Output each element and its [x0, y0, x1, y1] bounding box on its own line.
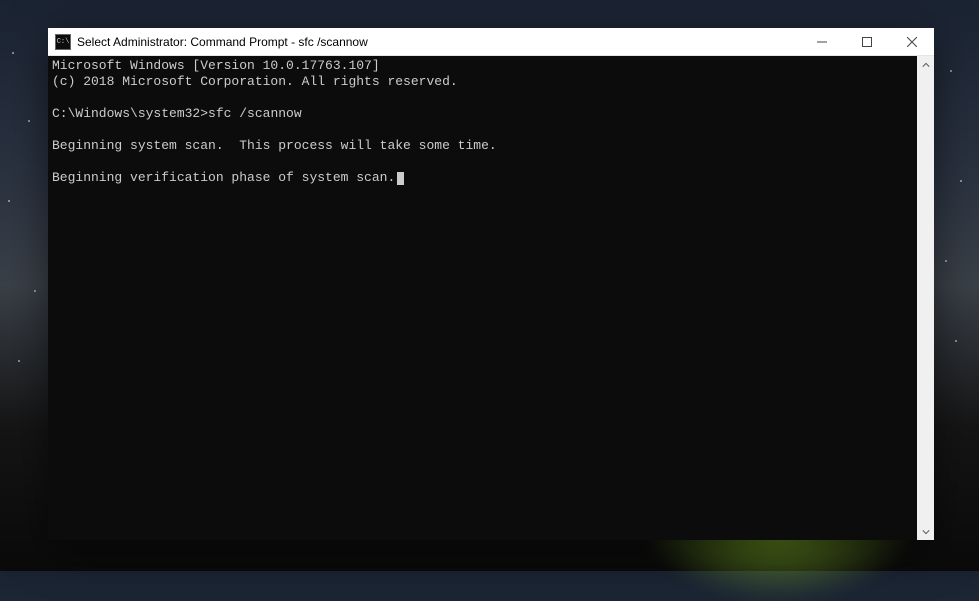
vertical-scrollbar[interactable]: [917, 56, 934, 540]
window-controls: [799, 28, 934, 55]
text-cursor: [397, 172, 404, 185]
command-prompt-window: C:\ Select Administrator: Command Prompt…: [48, 28, 934, 540]
titlebar[interactable]: C:\ Select Administrator: Command Prompt…: [48, 28, 934, 56]
scroll-down-button[interactable]: [917, 523, 934, 540]
console-command: sfc /scannow: [208, 106, 302, 121]
console-output[interactable]: Microsoft Windows [Version 10.0.17763.10…: [48, 56, 917, 540]
scroll-track[interactable]: [917, 73, 934, 523]
window-title: Select Administrator: Command Prompt - s…: [77, 35, 799, 49]
console-line: Beginning verification phase of system s…: [52, 170, 404, 185]
console-line: Beginning system scan. This process will…: [52, 138, 497, 153]
console-line: Microsoft Windows [Version 10.0.17763.10…: [52, 58, 380, 73]
minimize-button[interactable]: [799, 28, 844, 55]
console-text: Beginning verification phase of system s…: [52, 170, 395, 185]
close-button[interactable]: [889, 28, 934, 55]
cmd-app-icon: C:\: [55, 34, 71, 50]
maximize-button[interactable]: [844, 28, 889, 55]
console-line: (c) 2018 Microsoft Corporation. All righ…: [52, 74, 458, 89]
window-client-area: Microsoft Windows [Version 10.0.17763.10…: [48, 56, 934, 540]
console-prompt-line: C:\Windows\system32>sfc /scannow: [52, 106, 302, 121]
scroll-up-button[interactable]: [917, 56, 934, 73]
console-prompt: C:\Windows\system32>: [52, 106, 208, 121]
